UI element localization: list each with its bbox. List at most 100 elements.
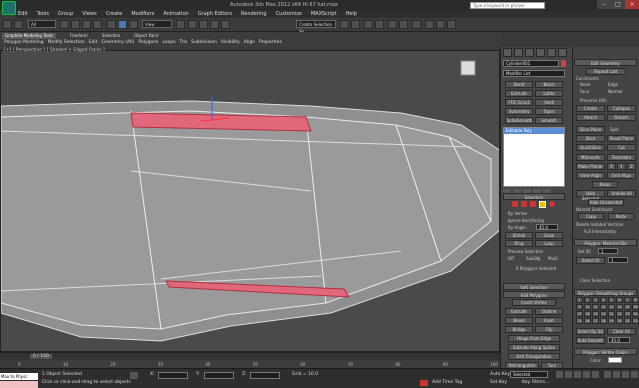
hide-unselected-button[interactable]: Hide Unselected: [588, 199, 624, 206]
preview-off-radio[interactable]: Off: [508, 256, 514, 261]
menu-item[interactable]: Modifiers: [131, 10, 154, 18]
set-key-button[interactable]: Set Key: [490, 380, 507, 385]
selection-filter-dropdown[interactable]: All: [28, 20, 56, 28]
reset-plane-button[interactable]: Reset Plane: [607, 135, 636, 142]
edit-triangulation-button[interactable]: Edit Triangulation: [508, 353, 560, 360]
previous-frame-icon[interactable]: [565, 371, 572, 378]
rendered-frame-icon[interactable]: [436, 20, 445, 29]
by-angle-input[interactable]: 45.0: [536, 224, 558, 230]
schematic-icon[interactable]: [399, 20, 408, 29]
smoothing-group-button[interactable]: 20: [600, 311, 607, 317]
extrude-poly-button[interactable]: Extrude: [505, 308, 533, 315]
loop-button[interactable]: Loop: [535, 240, 563, 247]
ribbon-panel[interactable]: Geometry (All): [101, 40, 134, 46]
smoothing-group-button[interactable]: 3: [592, 297, 599, 303]
perspective-viewport[interactable]: [0, 50, 500, 352]
tab-graphite[interactable]: Graphite Modeling Tools: [2, 33, 57, 39]
taper-button[interactable]: Taper: [535, 108, 563, 115]
select-icon[interactable]: [60, 20, 69, 29]
menu-item[interactable]: Help: [346, 10, 357, 18]
key-set-dropdown[interactable]: Selected: [510, 371, 548, 378]
smoothing-group-button[interactable]: 29: [608, 318, 615, 324]
ribbon-panel[interactable]: Modify Selection: [48, 40, 85, 46]
menu-item[interactable]: Edit: [18, 10, 28, 18]
ribbon-panel[interactable]: Subdivision: [191, 40, 217, 46]
ribbon-panel[interactable]: Visibility: [221, 40, 240, 46]
bend-button[interactable]: Bend: [505, 81, 533, 88]
angle-snap-icon[interactable]: [199, 20, 208, 29]
menu-item[interactable]: Customize: [276, 10, 302, 18]
menu-item[interactable]: Views: [82, 10, 96, 18]
ring-button[interactable]: Ring: [505, 240, 533, 247]
y-coord-input[interactable]: [204, 372, 234, 379]
motion-tab-icon[interactable]: [536, 48, 545, 57]
timeline-ruler[interactable]: 0 10 20 30 40 50 60 70 80 90 100: [18, 360, 498, 368]
smoothing-group-button[interactable]: 1: [576, 297, 583, 303]
edit-geometry-header[interactable]: Edit Geometry: [574, 59, 637, 66]
curve-editor-icon[interactable]: [388, 20, 397, 29]
add-time-tag-link[interactable]: Add Time Tag: [432, 380, 462, 385]
view-align-button[interactable]: View Align: [576, 172, 605, 179]
smoothing-group-button[interactable]: 18: [584, 311, 591, 317]
grow-button[interactable]: Grow: [535, 232, 563, 239]
vertex-color-swatch[interactable]: [608, 357, 622, 363]
planar-z-button[interactable]: Z: [627, 163, 636, 170]
turbosmooth-button[interactable]: TurboSmooth: [505, 117, 533, 124]
pivot-icon[interactable]: [176, 20, 185, 29]
repeat-last-button[interactable]: Repeat Last: [586, 68, 626, 75]
menu-item[interactable]: Animation: [163, 10, 189, 18]
select-id-input[interactable]: 1: [608, 257, 628, 263]
next-frame-icon[interactable]: [583, 371, 590, 378]
set-id-input[interactable]: 1: [598, 248, 618, 254]
percent-snap-icon[interactable]: [210, 20, 219, 29]
flip-button[interactable]: Flip: [535, 326, 563, 333]
full-interactivity-checkbox[interactable]: Full Interactivity: [584, 229, 616, 234]
by-vertex-checkbox[interactable]: By Vertex: [508, 211, 527, 216]
extrude-button[interactable]: Extrude: [505, 90, 533, 97]
smoothing-group-button[interactable]: 10: [584, 304, 591, 310]
border-level-icon[interactable]: [530, 201, 536, 207]
undo-icon[interactable]: [3, 20, 12, 29]
modifier-stack[interactable]: [503, 127, 565, 187]
ribbon-panel[interactable]: Align: [244, 40, 255, 46]
time-slider-thumb[interactable]: 0 / 100: [30, 354, 52, 359]
by-angle-checkbox[interactable]: By Angle:: [508, 225, 527, 230]
go-to-end-icon[interactable]: [592, 371, 599, 378]
smoothing-group-button[interactable]: 7: [624, 297, 631, 303]
material-ids-header[interactable]: Polygon: Material IDs: [574, 239, 637, 246]
selection-rollout-header[interactable]: Selection: [503, 193, 565, 200]
relax-button[interactable]: Relax: [592, 181, 618, 188]
hide-selected-button[interactable]: Hide Selected: [576, 190, 605, 201]
smoothing-group-button[interactable]: 11: [592, 304, 599, 310]
clear-selection-checkbox[interactable]: Clear Selection: [580, 278, 610, 283]
named-selection-dropdown[interactable]: Create Selection Se: [296, 20, 336, 34]
select-id-button[interactable]: Select ID: [576, 257, 605, 264]
paste-button[interactable]: Paste: [608, 213, 634, 220]
msmooth-button[interactable]: MSmooth: [576, 154, 605, 161]
menu-item[interactable]: Group: [58, 10, 73, 18]
utilities-tab-icon[interactable]: [558, 48, 567, 57]
smoothing-group-button[interactable]: 15: [624, 304, 631, 310]
object-color-swatch[interactable]: [561, 60, 566, 67]
zoom-icon[interactable]: [604, 371, 611, 378]
shrink-button[interactable]: Shrink: [505, 232, 533, 239]
ribbon-panel[interactable]: Properties: [259, 40, 282, 46]
smoothing-group-button[interactable]: 12: [600, 304, 607, 310]
reference-coord-dropdown[interactable]: View: [142, 20, 172, 28]
insert-vertex-button[interactable]: Insert Vertex: [512, 299, 556, 306]
maximize-button[interactable]: □: [611, 0, 625, 9]
edit-polygons-header[interactable]: Edit Polygons: [503, 291, 565, 298]
modify-tab-icon[interactable]: [514, 48, 523, 57]
smoothing-group-button[interactable]: 19: [592, 311, 599, 317]
smoothing-group-button[interactable]: 28: [600, 318, 607, 324]
pan-icon[interactable]: [622, 371, 629, 378]
soft-selection-header[interactable]: Soft Selection: [503, 283, 565, 290]
lathe-button[interactable]: Lathe: [535, 90, 563, 97]
app-logo-icon[interactable]: [2, 1, 16, 15]
maxscript-listener-input[interactable]: Max to Physc.: [0, 373, 38, 380]
smoothing-group-button[interactable]: 26: [584, 318, 591, 324]
planar-y-button[interactable]: Y: [617, 163, 626, 170]
menu-item[interactable]: Create: [106, 10, 123, 18]
collapse-button[interactable]: Collapse: [607, 105, 636, 112]
smoothing-group-button[interactable]: 13: [608, 304, 615, 310]
